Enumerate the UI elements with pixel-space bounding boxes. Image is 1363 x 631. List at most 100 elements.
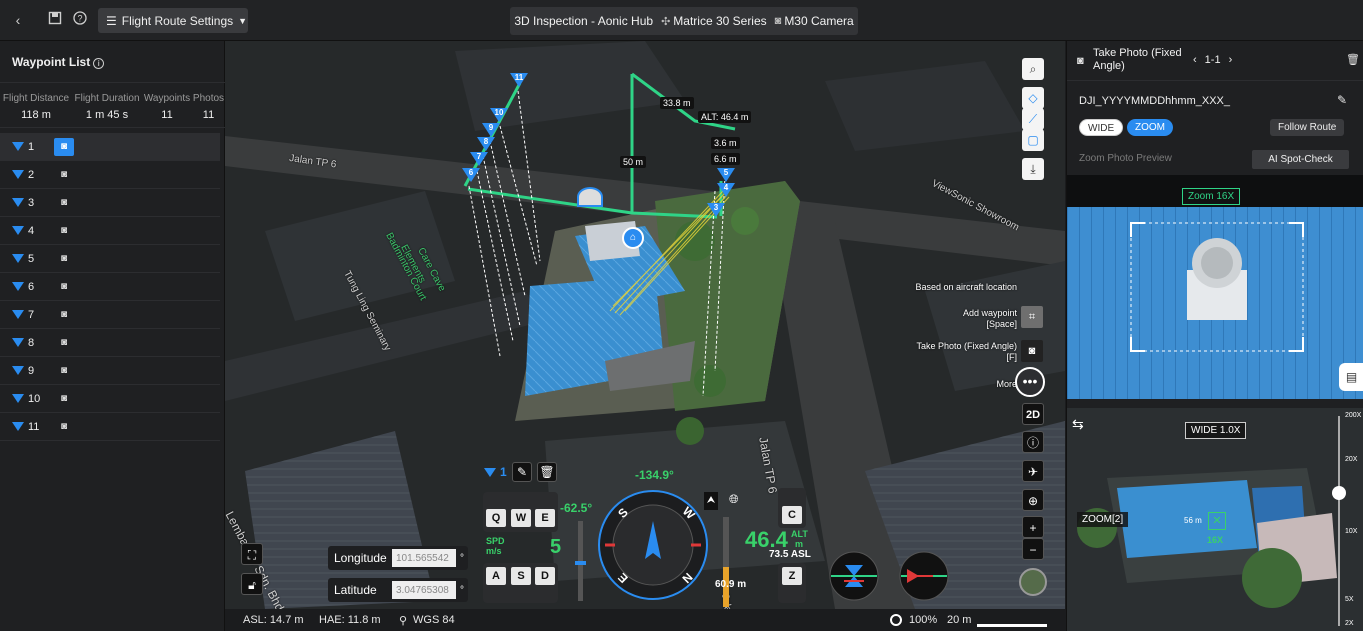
opacity-icon[interactable] <box>890 614 902 626</box>
next-action-icon[interactable]: › <box>1229 54 1233 66</box>
zoom-in-button[interactable]: + <box>1022 516 1044 538</box>
key-d[interactable]: D <box>535 567 555 585</box>
save-icon[interactable] <box>46 11 64 29</box>
lock-icon[interactable]: 🔓︎ <box>241 573 263 595</box>
flight-route-settings-button[interactable]: ☰ Flight Route Settings ▼ <box>98 8 248 33</box>
zoom-out-button[interactable]: − <box>1022 538 1044 560</box>
stat-value: 1 m 45 s <box>85 109 129 121</box>
follow-route-button[interactable]: Follow Route <box>1270 119 1345 136</box>
waypoint-row[interactable]: 9 ◙ <box>0 357 220 385</box>
drone-icon: ✣ <box>661 15 671 28</box>
waypoint-row[interactable]: 1 ◙ <box>0 133 220 161</box>
waypoint-tool-icon[interactable]: ◇ <box>1022 87 1044 109</box>
waypoint-marker-number: 3 <box>713 203 719 212</box>
swap-view-icon[interactable]: ⇆ <box>1072 416 1084 433</box>
globe-icon[interactable]: 🌐︎ <box>729 492 745 508</box>
add-waypoint-button[interactable]: ⌗ <box>1021 306 1043 328</box>
delete-icon[interactable]: 🗑︎ <box>1346 53 1360 66</box>
map-3d-view[interactable]: Jalan TP 6 Jalan TP 6 ViewSonic Showroom… <box>225 41 1065 609</box>
key-z[interactable]: Z <box>782 567 802 585</box>
stat-label: Photos <box>192 93 225 104</box>
waypoint-list-panel: Waypoint List i Flight Distance 118 m Fli… <box>0 41 225 631</box>
waypoint-triangle-icon <box>12 310 24 319</box>
area-tool-icon[interactable]: ▢ <box>1022 129 1044 151</box>
longitude-input[interactable] <box>392 549 456 567</box>
key-s[interactable]: S <box>511 567 531 585</box>
waypoint-row[interactable]: 10 ◙ <box>0 385 220 413</box>
edit-icon[interactable]: ✎ <box>1337 93 1347 107</box>
edit-icon[interactable]: ✎ <box>512 462 532 482</box>
camera-icon: ◙ <box>774 15 782 27</box>
zoom-scale-handle[interactable] <box>1332 486 1346 500</box>
waypoint-marker[interactable]: 6 <box>462 168 480 186</box>
waypoint-row[interactable]: 2 ◙ <box>0 161 220 189</box>
waypoint-number: 10 <box>28 392 41 405</box>
airplane-icon[interactable]: ✈ <box>1022 460 1044 482</box>
delete-icon[interactable]: 🗑︎ <box>537 462 557 482</box>
waypoint-marker[interactable]: 4 <box>717 183 735 201</box>
ai-spot-check-button[interactable]: AI Spot-Check <box>1252 150 1349 169</box>
waypoint-row[interactable]: 5 ◙ <box>0 245 220 273</box>
zoom-photo-preview: Zoom 16X <box>1067 175 1363 399</box>
waypoint-marker[interactable]: 11 <box>510 73 528 91</box>
hint-based-on-location: Based on aircraft location <box>915 282 1017 292</box>
distance-label: 33.8 m <box>660 97 694 109</box>
key-c[interactable]: C <box>782 506 802 524</box>
target-box-icon: ✕ <box>1208 512 1226 530</box>
search-icon[interactable]: ⌕ <box>1022 58 1044 80</box>
key-a[interactable]: A <box>486 567 506 585</box>
speed-label: SPD <box>486 536 505 546</box>
more-actions-button[interactable]: ••• <box>1015 367 1045 397</box>
key-e[interactable]: E <box>535 509 555 527</box>
svg-text:?: ? <box>77 14 82 24</box>
fullscreen-icon[interactable]: ⛶ <box>241 543 263 565</box>
stat-label: Flight Duration <box>74 93 140 104</box>
gimbal-slider[interactable] <box>575 521 586 601</box>
home-point-icon[interactable]: ⌂ <box>622 227 644 249</box>
camera-icon: ◙ <box>1077 55 1084 67</box>
selected-waypoint-number: 1 <box>500 465 507 479</box>
map-layer-toggle[interactable] <box>1019 568 1047 596</box>
waypoint-triangle-icon <box>12 366 24 375</box>
comment-icon[interactable]: ▤ <box>1339 363 1363 391</box>
back-arrow-icon[interactable]: ‹ <box>9 11 27 29</box>
waypoint-row[interactable]: 4 ◙ <box>0 217 220 245</box>
waypoint-row[interactable]: 11 ◙ <box>0 413 220 441</box>
locate-icon[interactable]: ⊕ <box>1022 489 1044 511</box>
waypoint-number: 4 <box>28 224 35 237</box>
waypoint-row[interactable]: 8 ◙ <box>0 329 220 357</box>
status-opacity: 100% <box>909 614 938 626</box>
chevron-down-icon: ▼ <box>238 15 248 26</box>
camera-model: M30 Camera <box>784 14 854 28</box>
lens-wide-toggle[interactable]: WIDE <box>1079 119 1124 136</box>
waypoint-marker-number: 10 <box>494 108 504 117</box>
altitude-label: ALT <box>791 529 808 539</box>
latitude-field: Latitude ° <box>328 578 468 602</box>
route-line-icon[interactable]: ⟋ <box>1022 108 1044 130</box>
view-2d-button[interactable]: 2D <box>1022 403 1044 425</box>
route-settings-label: Flight Route Settings <box>121 13 234 28</box>
latitude-input[interactable] <box>392 581 456 599</box>
lens-zoom-toggle[interactable]: ZOOM <box>1127 119 1173 136</box>
zoom-preview-image <box>1067 207 1363 399</box>
waypoint-row[interactable]: 3 ◙ <box>0 189 220 217</box>
longitude-field: Longitude ° <box>328 546 468 570</box>
info-icon[interactable]: ⓘ <box>1022 431 1044 453</box>
action-pager: ‹ 1-1 › <box>1193 54 1232 66</box>
take-photo-button[interactable]: ◙ <box>1021 340 1043 362</box>
prev-action-icon[interactable]: ‹ <box>1193 54 1197 66</box>
height-below-value: 60.9 m <box>715 579 747 590</box>
waypoint-number: 8 <box>28 336 35 349</box>
waypoint-marker[interactable]: 3 <box>707 203 725 221</box>
waypoint-marker-number: 9 <box>488 123 494 132</box>
degree-symbol: ° <box>460 552 464 564</box>
waypoint-row[interactable]: 7 ◙ <box>0 301 220 329</box>
key-q[interactable]: Q <box>486 509 506 527</box>
key-w[interactable]: W <box>511 509 531 527</box>
hint-shortcut: [Space] <box>986 319 1017 329</box>
zoom2-tag: ZOOM[2] <box>1077 512 1129 527</box>
info-icon[interactable]: i <box>93 58 105 69</box>
add-poi-icon[interactable]: ⤓ <box>1022 158 1044 180</box>
waypoint-row[interactable]: 6 ◙ <box>0 273 220 301</box>
help-icon[interactable]: ? <box>71 11 89 29</box>
